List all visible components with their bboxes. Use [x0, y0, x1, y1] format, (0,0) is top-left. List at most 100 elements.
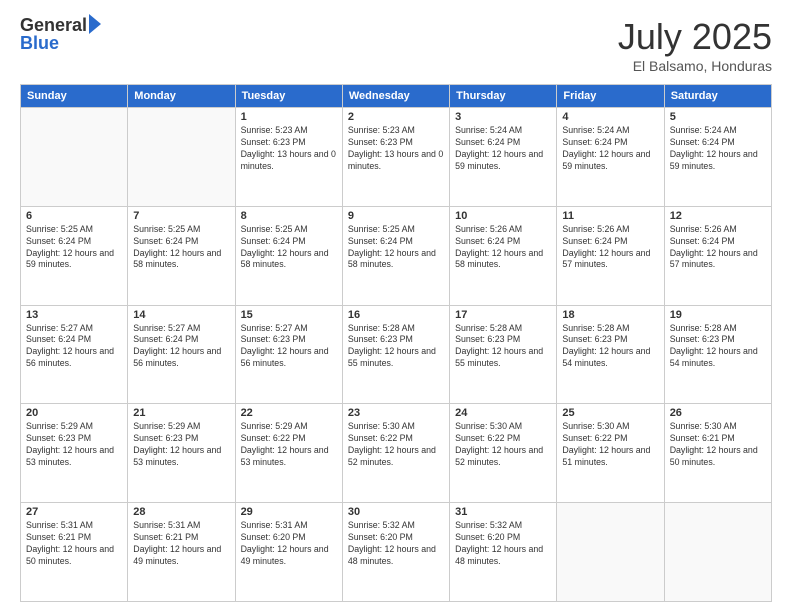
day-number: 14 [133, 309, 229, 321]
day-of-week-header: Tuesday [235, 85, 342, 108]
calendar-week-row: 1 Sunrise: 5:23 AM Sunset: 6:23 PM Daylig… [21, 108, 772, 207]
location-subtitle: El Balsamo, Honduras [618, 58, 772, 74]
day-info: Sunrise: 5:26 AM Sunset: 6:24 PM Dayligh… [562, 224, 658, 272]
calendar-day-cell: 20 Sunrise: 5:29 AM Sunset: 6:23 PM Dayli… [21, 404, 128, 503]
day-info: Sunrise: 5:30 AM Sunset: 6:22 PM Dayligh… [348, 421, 444, 469]
day-number: 9 [348, 210, 444, 222]
calendar-day-cell: 5 Sunrise: 5:24 AM Sunset: 6:24 PM Daylig… [664, 108, 771, 207]
day-info: Sunrise: 5:29 AM Sunset: 6:23 PM Dayligh… [133, 421, 229, 469]
day-number: 27 [26, 506, 122, 518]
day-info: Sunrise: 5:27 AM Sunset: 6:23 PM Dayligh… [241, 323, 337, 371]
calendar-day-cell: 14 Sunrise: 5:27 AM Sunset: 6:24 PM Dayli… [128, 305, 235, 404]
calendar-week-row: 6 Sunrise: 5:25 AM Sunset: 6:24 PM Daylig… [21, 206, 772, 305]
day-info: Sunrise: 5:31 AM Sunset: 6:21 PM Dayligh… [26, 520, 122, 568]
calendar-day-cell: 23 Sunrise: 5:30 AM Sunset: 6:22 PM Dayli… [342, 404, 449, 503]
day-number: 24 [455, 407, 551, 419]
day-of-week-header: Saturday [664, 85, 771, 108]
logo: General Blue [20, 16, 107, 52]
calendar-day-cell: 6 Sunrise: 5:25 AM Sunset: 6:24 PM Daylig… [21, 206, 128, 305]
day-number: 15 [241, 309, 337, 321]
day-info: Sunrise: 5:28 AM Sunset: 6:23 PM Dayligh… [348, 323, 444, 371]
day-number: 11 [562, 210, 658, 222]
day-info: Sunrise: 5:30 AM Sunset: 6:22 PM Dayligh… [562, 421, 658, 469]
day-number: 18 [562, 309, 658, 321]
calendar-day-cell: 18 Sunrise: 5:28 AM Sunset: 6:23 PM Dayli… [557, 305, 664, 404]
calendar-day-cell [128, 108, 235, 207]
day-number: 23 [348, 407, 444, 419]
day-info: Sunrise: 5:23 AM Sunset: 6:23 PM Dayligh… [348, 125, 444, 173]
calendar-day-cell [664, 503, 771, 602]
day-info: Sunrise: 5:29 AM Sunset: 6:23 PM Dayligh… [26, 421, 122, 469]
day-info: Sunrise: 5:23 AM Sunset: 6:23 PM Dayligh… [241, 125, 337, 173]
calendar-day-cell: 29Sunrise: 5:31 AM Sunset: 6:20 PM Dayli… [235, 503, 342, 602]
day-info: Sunrise: 5:26 AM Sunset: 6:24 PM Dayligh… [670, 224, 766, 272]
calendar-day-cell: 16Sunrise: 5:28 AM Sunset: 6:23 PM Dayli… [342, 305, 449, 404]
day-info: Sunrise: 5:28 AM Sunset: 6:23 PM Dayligh… [562, 323, 658, 371]
day-number: 17 [455, 309, 551, 321]
calendar-day-cell: 10 Sunrise: 5:26 AM Sunset: 6:24 PM Dayli… [450, 206, 557, 305]
day-number: 3 [455, 111, 551, 123]
calendar-day-cell: 13Sunrise: 5:27 AM Sunset: 6:24 PM Dayli… [21, 305, 128, 404]
day-info: Sunrise: 5:28 AM Sunset: 6:23 PM Dayligh… [455, 323, 551, 371]
logo-blue: Blue [20, 34, 107, 52]
calendar-day-cell: 17 Sunrise: 5:28 AM Sunset: 6:23 PM Dayli… [450, 305, 557, 404]
day-number: 5 [670, 111, 766, 123]
day-info: Sunrise: 5:25 AM Sunset: 6:24 PM Dayligh… [26, 224, 122, 272]
day-number: 1 [241, 111, 337, 123]
calendar-day-cell: 25Sunrise: 5:30 AM Sunset: 6:22 PM Dayli… [557, 404, 664, 503]
day-info: Sunrise: 5:26 AM Sunset: 6:24 PM Dayligh… [455, 224, 551, 272]
day-info: Sunrise: 5:25 AM Sunset: 6:24 PM Dayligh… [348, 224, 444, 272]
day-number: 10 [455, 210, 551, 222]
day-of-week-header: Sunday [21, 85, 128, 108]
day-info: Sunrise: 5:30 AM Sunset: 6:21 PM Dayligh… [670, 421, 766, 469]
calendar-week-row: 20 Sunrise: 5:29 AM Sunset: 6:23 PM Dayli… [21, 404, 772, 503]
day-info: Sunrise: 5:32 AM Sunset: 6:20 PM Dayligh… [455, 520, 551, 568]
calendar-day-cell: 24 Sunrise: 5:30 AM Sunset: 6:22 PM Dayli… [450, 404, 557, 503]
day-number: 28 [133, 506, 229, 518]
calendar-header-row: SundayMondayTuesdayWednesdayThursdayFrid… [21, 85, 772, 108]
day-info: Sunrise: 5:25 AM Sunset: 6:24 PM Dayligh… [241, 224, 337, 272]
calendar-week-row: 13 Sunrise: 5:27 AM Sunset: 6:24 PM Dayli… [21, 305, 772, 404]
title-block: July 2025 El Balsamo, Honduras [618, 16, 772, 74]
day-number: 22 [241, 407, 337, 419]
calendar-day-cell: 8Sunrise: 5:25 AM Sunset: 6:24 PM Daylig… [235, 206, 342, 305]
day-number: 13 [26, 309, 122, 321]
day-of-week-header: Friday [557, 85, 664, 108]
day-number: 19 [670, 309, 766, 321]
logo-chevron-icon [89, 14, 107, 34]
day-number: 20 [26, 407, 122, 419]
day-info: Sunrise: 5:31 AM Sunset: 6:20 PM Dayligh… [241, 520, 337, 568]
calendar-day-cell: 1 Sunrise: 5:23 AM Sunset: 6:23 PM Daylig… [235, 108, 342, 207]
day-number: 26 [670, 407, 766, 419]
day-info: Sunrise: 5:24 AM Sunset: 6:24 PM Dayligh… [562, 125, 658, 173]
page-header: General Blue July 2025 El Balsamo, Hondu… [20, 16, 772, 74]
calendar-day-cell: 28Sunrise: 5:31 AM Sunset: 6:21 PM Dayli… [128, 503, 235, 602]
calendar-day-cell: 22Sunrise: 5:29 AM Sunset: 6:22 PM Dayli… [235, 404, 342, 503]
day-number: 6 [26, 210, 122, 222]
calendar-day-cell: 9 Sunrise: 5:25 AM Sunset: 6:24 PM Daylig… [342, 206, 449, 305]
calendar-day-cell: 19 Sunrise: 5:28 AM Sunset: 6:23 PM Dayli… [664, 305, 771, 404]
calendar-day-cell: 31 Sunrise: 5:32 AM Sunset: 6:20 PM Dayli… [450, 503, 557, 602]
calendar-table: SundayMondayTuesdayWednesdayThursdayFrid… [20, 84, 772, 602]
day-info: Sunrise: 5:30 AM Sunset: 6:22 PM Dayligh… [455, 421, 551, 469]
calendar-day-cell [21, 108, 128, 207]
day-info: Sunrise: 5:32 AM Sunset: 6:20 PM Dayligh… [348, 520, 444, 568]
day-number: 2 [348, 111, 444, 123]
calendar-day-cell: 26 Sunrise: 5:30 AM Sunset: 6:21 PM Dayli… [664, 404, 771, 503]
day-number: 31 [455, 506, 551, 518]
day-number: 4 [562, 111, 658, 123]
calendar-day-cell: 11 Sunrise: 5:26 AM Sunset: 6:24 PM Dayli… [557, 206, 664, 305]
calendar-week-row: 27 Sunrise: 5:31 AM Sunset: 6:21 PM Dayli… [21, 503, 772, 602]
day-info: Sunrise: 5:24 AM Sunset: 6:24 PM Dayligh… [670, 125, 766, 173]
day-info: Sunrise: 5:27 AM Sunset: 6:24 PM Dayligh… [133, 323, 229, 371]
day-of-week-header: Monday [128, 85, 235, 108]
day-info: Sunrise: 5:28 AM Sunset: 6:23 PM Dayligh… [670, 323, 766, 371]
day-number: 30 [348, 506, 444, 518]
day-info: Sunrise: 5:25 AM Sunset: 6:24 PM Dayligh… [133, 224, 229, 272]
calendar-day-cell: 4 Sunrise: 5:24 AM Sunset: 6:24 PM Daylig… [557, 108, 664, 207]
calendar-day-cell: 3Sunrise: 5:24 AM Sunset: 6:24 PM Daylig… [450, 108, 557, 207]
calendar-day-cell: 2 Sunrise: 5:23 AM Sunset: 6:23 PM Daylig… [342, 108, 449, 207]
calendar-day-cell: 30 Sunrise: 5:32 AM Sunset: 6:20 PM Dayli… [342, 503, 449, 602]
calendar-day-cell: 12Sunrise: 5:26 AM Sunset: 6:24 PM Dayli… [664, 206, 771, 305]
calendar-day-cell: 27 Sunrise: 5:31 AM Sunset: 6:21 PM Dayli… [21, 503, 128, 602]
